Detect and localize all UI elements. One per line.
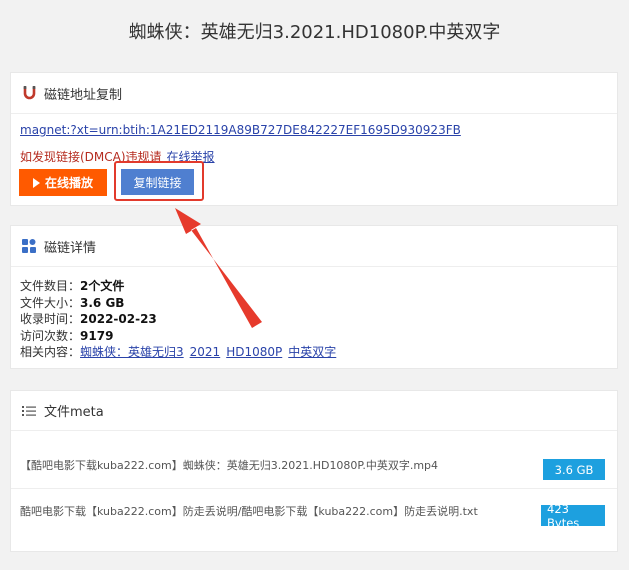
magnet-panel: 磁链地址复制 magnet:?xt=urn:btih:1A21ED2119A89… [10,72,618,206]
magnet-panel-title: 磁链地址复制 [44,87,123,103]
file-meta-panel-header: 文件meta [11,391,617,431]
detail-value: 2022-02-23 [80,312,157,326]
file-name: 酷吧电影下载【kuba222.com】防走丢说明/酷吧电影下载【kuba222.… [20,505,478,518]
detail-row-added-date: 收录时间：2022-02-23 [20,311,342,328]
detail-label: 文件大小： [20,295,81,310]
details-panel-header: 磁链详情 [11,226,617,267]
grid-icon [22,239,36,253]
play-online-button[interactable]: 在线播放 [19,169,107,196]
copy-link-button[interactable]: 复制链接 [121,169,194,195]
file-meta-panel: 文件meta 【酷吧电影下载kuba222.com】蜘蛛侠：英雄无归3.2021… [10,390,618,552]
detail-label: 收录时间： [20,312,81,326]
page-title: 蜘蛛侠：英雄无归3.2021.HD1080P.中英双字 [128,22,501,43]
detail-row-related: 相关内容：蜘蛛侠：英雄无归3 2021 HD1080P 中英双字 [20,344,342,361]
file-row: 酷吧电影下载【kuba222.com】防走丢说明/酷吧电影下载【kuba222.… [11,488,617,540]
detail-value: 3.6 GB [80,295,125,310]
file-meta-panel-title: 文件meta [44,405,104,420]
detail-row-file-count: 文件数目：2个文件 [20,278,342,295]
detail-row-visits: 访问次数：9179 [20,328,342,345]
list-icon [22,404,36,418]
detail-value: 9179 [80,328,114,343]
detail-row-file-size: 文件大小：3.6 GB [20,295,342,312]
file-name: 【酷吧电影下载kuba222.com】蜘蛛侠：英雄无归3.2021.HD1080… [20,459,439,472]
magnet-uri-link[interactable]: magnet:?xt=urn:btih:1A21ED2119A89B727DE8… [20,123,461,137]
details-list: 文件数目：2个文件 文件大小：3.6 GB 收录时间：2022-02-23 访问… [20,278,342,361]
play-icon [32,177,40,188]
related-link[interactable]: 2021 [190,345,221,359]
details-panel: 磁链详情 文件数目：2个文件 文件大小：3.6 GB 收录时间：2022-02-… [10,225,618,369]
detail-label: 文件数目： [20,279,81,293]
related-link[interactable]: HD1080P [226,345,282,359]
detail-label: 访问次数： [20,328,81,343]
related-link[interactable]: 蜘蛛侠：英雄无归3 [80,345,184,359]
play-online-label: 在线播放 [44,176,93,190]
magnet-icon [22,86,36,100]
file-size-badge: 3.6 GB [543,459,605,480]
magnet-panel-header: 磁链地址复制 [11,73,617,114]
file-size-badge: 423 Bytes [541,502,605,530]
detail-value: 2个文件 [80,279,125,293]
details-panel-title: 磁链详情 [44,240,97,256]
related-link[interactable]: 中英双字 [288,345,336,359]
detail-label: 相关内容： [20,345,81,359]
file-row: 【酷吧电影下载kuba222.com】蜘蛛侠：英雄无归3.2021.HD1080… [11,436,617,488]
copy-link-label: 复制链接 [133,175,182,190]
